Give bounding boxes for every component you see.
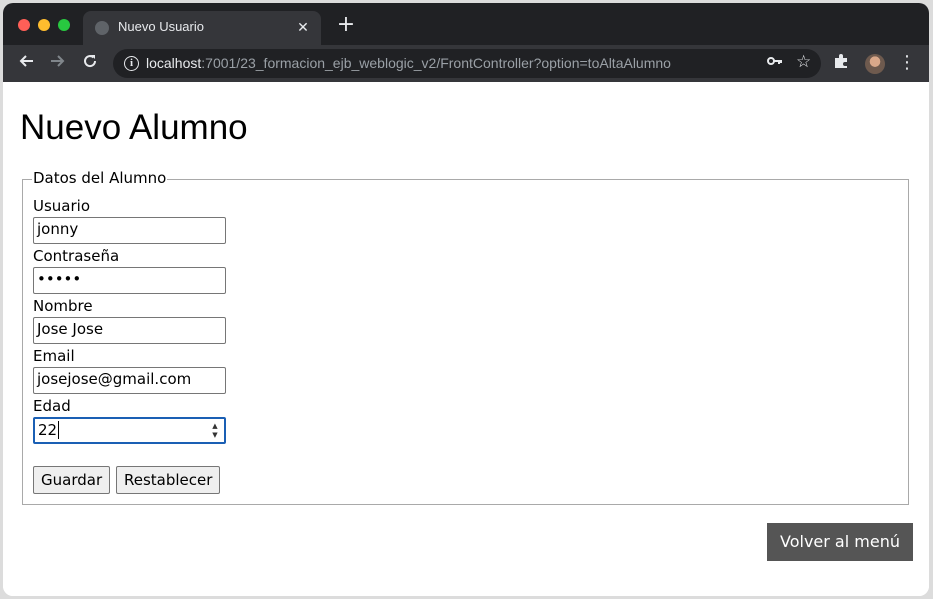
puzzle-icon[interactable] [833, 53, 849, 73]
back-arrow-icon[interactable] [14, 52, 38, 76]
title-bar: Nuevo Usuario ✕ + [3, 3, 929, 45]
student-data-fieldset: Datos del Alumno Usuario jonny Contraseñ… [22, 169, 909, 505]
new-tab-button[interactable]: + [335, 14, 357, 37]
number-spinner-icon[interactable]: ▲ ▼ [210, 422, 220, 440]
username-label: Usuario [33, 197, 91, 215]
password-input[interactable]: ••••• [33, 267, 226, 294]
name-input[interactable]: Jose Jose [33, 317, 226, 344]
forward-arrow-icon[interactable] [46, 52, 70, 76]
fieldset-legend: Datos del Alumno [32, 169, 168, 187]
reload-icon[interactable] [78, 52, 102, 76]
save-button[interactable]: Guardar [33, 466, 111, 494]
age-value: 22 [38, 421, 58, 439]
key-icon[interactable] [767, 53, 783, 73]
name-label: Nombre [33, 297, 93, 315]
password-label: Contraseña [33, 247, 120, 265]
avatar[interactable] [865, 54, 885, 74]
email-input[interactable]: josejose@gmail.com [33, 367, 226, 394]
back-to-menu-button[interactable]: Volver al menú [767, 523, 913, 561]
age-label: Edad [33, 397, 71, 415]
kebab-menu-icon[interactable]: ⋮ [898, 52, 916, 74]
reset-button[interactable]: Restablecer [116, 466, 221, 494]
text-cursor [58, 421, 60, 439]
address-bar[interactable]: i localhost:7001/23_formacion_ejb_weblog… [113, 49, 821, 78]
browser-tab[interactable]: Nuevo Usuario ✕ [83, 11, 321, 45]
browser-window: Nuevo Usuario ✕ + i localhost:7001/23_fo… [3, 3, 929, 596]
zoom-window-button[interactable] [58, 19, 70, 31]
close-window-button[interactable] [18, 19, 30, 31]
page-title: Nuevo Alumno [20, 108, 248, 147]
globe-icon [95, 21, 109, 35]
browser-toolbar: i localhost:7001/23_formacion_ejb_weblog… [3, 45, 929, 82]
star-icon[interactable]: ☆ [796, 52, 811, 72]
url-text[interactable]: localhost:7001/23_formacion_ejb_weblogic… [146, 55, 671, 71]
close-tab-icon[interactable]: ✕ [293, 18, 313, 38]
minimize-window-button[interactable] [38, 19, 50, 31]
tab-title: Nuevo Usuario [118, 19, 204, 34]
info-icon[interactable]: i [124, 56, 139, 71]
age-number-input[interactable]: 22 ▲ ▼ [33, 417, 226, 444]
email-label: Email [33, 347, 75, 365]
username-input[interactable]: jonny [33, 217, 226, 244]
page-content: Nuevo Alumno Datos del Alumno Usuario jo… [3, 82, 929, 596]
